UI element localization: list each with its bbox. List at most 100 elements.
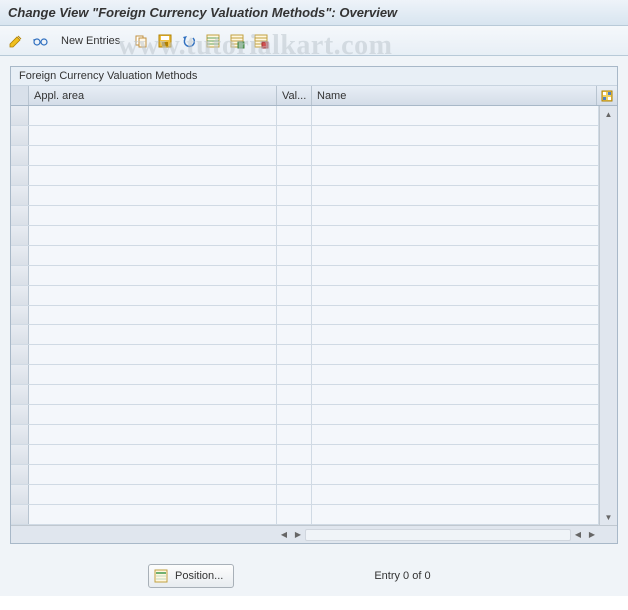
change-icon[interactable] [6,31,26,51]
table-row[interactable] [11,365,599,385]
table-row[interactable] [11,206,599,226]
cell-val[interactable] [277,325,312,344]
cell-val[interactable] [277,505,312,524]
deselect-all-icon[interactable] [227,31,247,51]
row-selector[interactable] [11,226,29,245]
cell-name[interactable] [312,186,599,205]
row-selector[interactable] [11,405,29,424]
cell-appl-area[interactable] [29,226,277,245]
row-selector[interactable] [11,126,29,145]
select-all-icon[interactable] [203,31,223,51]
table-row[interactable] [11,345,599,365]
cell-appl-area[interactable] [29,405,277,424]
new-entries-button[interactable]: New Entries [54,32,127,50]
cell-appl-area[interactable] [29,505,277,524]
cell-val[interactable] [277,365,312,384]
cell-appl-area[interactable] [29,106,277,125]
cell-appl-area[interactable] [29,306,277,325]
scroll-up-icon[interactable]: ▲ [602,107,616,121]
cell-appl-area[interactable] [29,126,277,145]
scroll-right-end-icon[interactable]: ▶ [585,528,599,542]
cell-appl-area[interactable] [29,445,277,464]
row-selector[interactable] [11,246,29,265]
row-selector[interactable] [11,445,29,464]
row-selector[interactable] [11,485,29,504]
table-row[interactable] [11,465,599,485]
copy-icon[interactable] [131,31,151,51]
delimit-icon[interactable] [251,31,271,51]
cell-appl-area[interactable] [29,345,277,364]
row-selector[interactable] [11,166,29,185]
cell-name[interactable] [312,325,599,344]
table-row[interactable] [11,405,599,425]
table-row[interactable] [11,385,599,405]
column-header-name[interactable]: Name [312,86,597,105]
cell-name[interactable] [312,345,599,364]
table-row[interactable] [11,166,599,186]
table-row[interactable] [11,485,599,505]
cell-name[interactable] [312,445,599,464]
cell-appl-area[interactable] [29,465,277,484]
cell-appl-area[interactable] [29,266,277,285]
cell-appl-area[interactable] [29,146,277,165]
table-row[interactable] [11,325,599,345]
cell-name[interactable] [312,146,599,165]
scroll-left-start-icon[interactable]: ◀ [277,528,291,542]
cell-name[interactable] [312,266,599,285]
scroll-track[interactable] [305,529,571,541]
cell-val[interactable] [277,126,312,145]
row-selector[interactable] [11,286,29,305]
column-header-appl-area[interactable]: Appl. area [29,86,277,105]
vertical-scrollbar[interactable]: ▲ ▼ [599,106,617,525]
scroll-down-icon[interactable]: ▼ [602,510,616,524]
row-selector[interactable] [11,146,29,165]
cell-appl-area[interactable] [29,325,277,344]
table-row[interactable] [11,106,599,126]
row-selector[interactable] [11,266,29,285]
cell-appl-area[interactable] [29,485,277,504]
position-button[interactable]: Position... [148,564,234,588]
cell-appl-area[interactable] [29,425,277,444]
cell-name[interactable] [312,246,599,265]
cell-val[interactable] [277,405,312,424]
table-row[interactable] [11,445,599,465]
column-header-val[interactable]: Val... [277,86,312,105]
table-row[interactable] [11,266,599,286]
cell-appl-area[interactable] [29,186,277,205]
row-selector[interactable] [11,425,29,444]
table-row[interactable] [11,246,599,266]
cell-name[interactable] [312,385,599,404]
cell-name[interactable] [312,465,599,484]
cell-val[interactable] [277,106,312,125]
row-selector[interactable] [11,186,29,205]
table-row[interactable] [11,126,599,146]
row-selector[interactable] [11,465,29,484]
cell-val[interactable] [277,226,312,245]
scroll-left-icon[interactable]: ▶ [291,528,305,542]
row-selector[interactable] [11,206,29,225]
cell-val[interactable] [277,385,312,404]
cell-name[interactable] [312,306,599,325]
cell-val[interactable] [277,286,312,305]
table-row[interactable] [11,306,599,326]
cell-name[interactable] [312,405,599,424]
cell-name[interactable] [312,226,599,245]
cell-name[interactable] [312,166,599,185]
cell-val[interactable] [277,146,312,165]
cell-name[interactable] [312,365,599,384]
cell-name[interactable] [312,206,599,225]
save-icon[interactable] [155,31,175,51]
table-row[interactable] [11,425,599,445]
cell-appl-area[interactable] [29,166,277,185]
cell-val[interactable] [277,186,312,205]
row-selector[interactable] [11,106,29,125]
cell-name[interactable] [312,286,599,305]
table-row[interactable] [11,186,599,206]
cell-appl-area[interactable] [29,385,277,404]
cell-val[interactable] [277,465,312,484]
cell-val[interactable] [277,425,312,444]
cell-val[interactable] [277,306,312,325]
table-row[interactable] [11,505,599,525]
scroll-right-icon[interactable]: ◀ [571,528,585,542]
row-selector[interactable] [11,365,29,384]
